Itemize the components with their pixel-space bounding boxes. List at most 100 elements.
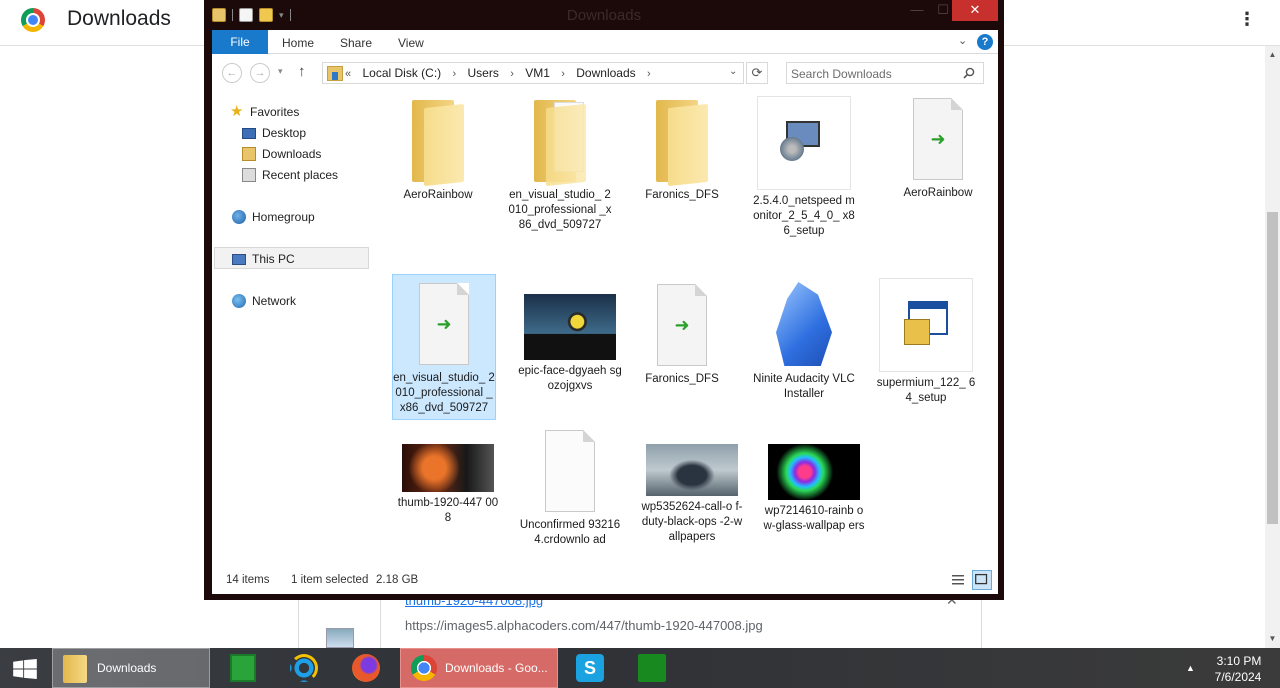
window-title: Downloads [566,7,642,24]
nav-favorites[interactable]: ★ Favorites [230,102,299,122]
shortcut-icon: ➜ [411,281,477,367]
file-item[interactable]: supermium_122_ 64_setup [874,278,978,406]
nav-network[interactable]: Network [232,291,296,311]
xbox-icon[interactable] [638,654,666,682]
breadcrumb-users[interactable]: Users [468,66,499,80]
up-one-level-icon[interactable]: ↑ [298,63,306,80]
show-hidden-icons-icon[interactable]: ▲ [1186,663,1195,673]
minimize-button[interactable]: — [904,0,930,21]
file-item[interactable]: AeroRainbow [386,96,490,203]
back-button[interactable]: ← [222,63,242,83]
file-item[interactable]: Ninite Audacity VLC Installer [752,282,856,402]
image-thumbnail [524,294,616,360]
clock-time[interactable]: 3:10 PM [1214,654,1264,668]
separator [232,9,233,21]
scroll-up-icon[interactable]: ▲ [1266,50,1279,60]
file-item[interactable]: 2.5.4.0_netspeed monitor_2_5_4_0_ x86_se… [752,96,856,239]
file-item[interactable]: en_visual_studio_ 2010_professional _x86… [508,96,612,233]
shortcut-icon: ➜ [905,96,971,182]
scroll-down-icon[interactable]: ▼ [1266,634,1279,644]
file-item-selected[interactable]: ➜ en_visual_studio_ 2010_professional _x… [392,274,496,420]
clock-date[interactable]: 7/6/2024 [1210,670,1266,684]
address-bar[interactable]: « Local Disk (C:) › Users › VM1 › Downlo… [322,62,744,84]
chevron-right-icon[interactable]: › [510,68,514,80]
selected-count: 1 item selected [291,574,369,586]
details-view-icon[interactable] [950,572,966,588]
file-name: 2.5.4.0_netspeed monitor_2_5_4_0_ x86_se… [753,195,855,237]
nav-label: Network [252,294,297,308]
internet-explorer-icon[interactable] [290,654,318,682]
expand-ribbon-icon[interactable]: ⌄ [958,34,967,47]
chevron-right-icon[interactable]: › [561,68,565,80]
file-name: supermium_122_ 64_setup [876,377,976,404]
breadcrumb: « Local Disk (C:) › Users › VM1 › Downlo… [345,66,659,80]
file-item[interactable]: thumb-1920-447 008 [396,424,500,526]
file-item[interactable]: ➜ AeroRainbow [886,96,990,201]
scrollbar-thumb[interactable] [1267,212,1278,524]
breadcrumb-overflow[interactable]: « [345,68,351,80]
item-count: 14 items [226,574,270,586]
close-button[interactable]: ✕ [952,0,998,21]
image-thumbnail [768,444,860,500]
nav-this-pc[interactable]: This PC [232,249,295,269]
file-item[interactable]: ➜ Faronics_DFS [630,282,734,387]
more-options-icon[interactable]: ⋮ [1238,8,1256,32]
image-thumbnail [646,444,738,496]
breadcrumb-downloads[interactable]: Downloads [576,66,635,80]
title-bar[interactable]: ▾ Downloads — ☐ ✕ [204,0,1004,30]
taskbar-chrome-downloads[interactable]: Downloads - Goo... [400,648,558,688]
file-item[interactable]: Faronics_DFS [630,96,734,203]
nav-downloads[interactable]: Downloads [242,144,321,164]
file-item[interactable]: wp7214610-rainb ow-glass-wallpap ers [762,424,866,534]
file-name: Faronics_DFS [645,373,719,385]
file-explorer-window: ▾ Downloads — ☐ ✕ File Home Share View ⌄… [204,0,1004,600]
file-name: Ninite Audacity VLC Installer [753,373,855,400]
store-icon[interactable] [230,654,256,682]
file-item[interactable]: wp5352624-call-o f-duty-black-ops -2-wal… [640,424,744,545]
firefox-icon[interactable] [352,654,380,682]
explorer-body: File Home Share View ⌄ ? ← → ▾ ↑ « Local… [212,30,998,594]
desktop-icon [242,127,256,139]
search-input[interactable]: Search Downloads [786,62,984,84]
file-name: wp5352624-call-o f-duty-black-ops -2-wal… [641,501,743,543]
file-name: Faronics_DFS [645,189,719,201]
ninite-icon [766,282,842,368]
windows-start-icon[interactable] [12,659,38,679]
breadcrumb-local-disk[interactable]: Local Disk (C:) [362,66,441,80]
nav-recent-places[interactable]: Recent places [242,165,338,185]
forward-button[interactable]: → [250,63,270,83]
file-name: AeroRainbow [903,187,973,199]
taskbar-explorer-downloads[interactable]: Downloads [52,648,210,688]
address-dropdown-icon[interactable]: ⌄ [729,66,737,77]
tab-file[interactable]: File [212,30,268,54]
properties-icon[interactable] [239,8,253,22]
separator [289,9,291,21]
nav-label: This PC [252,252,295,266]
file-item[interactable]: Unconfirmed 932164.crdownlo ad [518,428,622,548]
file-name: Unconfirmed 932164.crdownlo ad [519,519,621,546]
nav-homegroup[interactable]: Homegroup [232,207,315,227]
refresh-button[interactable]: ⟳ [746,62,768,84]
chevron-right-icon[interactable]: › [647,68,651,80]
search-icon[interactable] [963,67,975,79]
new-folder-icon[interactable] [259,8,273,22]
help-icon[interactable]: ? [977,34,993,50]
ribbon: File Home Share View ⌄ ? [212,30,998,54]
large-icons-view-icon[interactable] [972,570,992,590]
breadcrumb-vm1[interactable]: VM1 [525,66,550,80]
folder-icon[interactable] [212,8,226,22]
tab-share[interactable]: Share [340,30,372,54]
file-list: AeroRainbow en_visual_studio_ 2010_profe… [378,92,996,568]
tab-view[interactable]: View [398,30,424,54]
customize-toolbar-icon[interactable]: ▾ [279,10,284,21]
navigation-bar: ← → ▾ ↑ « Local Disk (C:) › Users › VM1 … [212,54,998,92]
taskbar: Downloads Downloads - Goo... S [0,648,1280,688]
recent-locations-icon[interactable]: ▾ [278,66,283,77]
file-item[interactable]: epic-face-dgyaeh sgozojgxvs [518,274,622,394]
file-name: en_visual_studio_ 2010_professional _x86… [508,189,612,231]
nav-desktop[interactable]: Desktop [242,123,306,143]
tab-home[interactable]: Home [282,30,314,54]
nav-label: Favorites [250,105,300,119]
chevron-right-icon[interactable]: › [453,68,457,80]
skype-icon[interactable]: S [576,654,604,682]
